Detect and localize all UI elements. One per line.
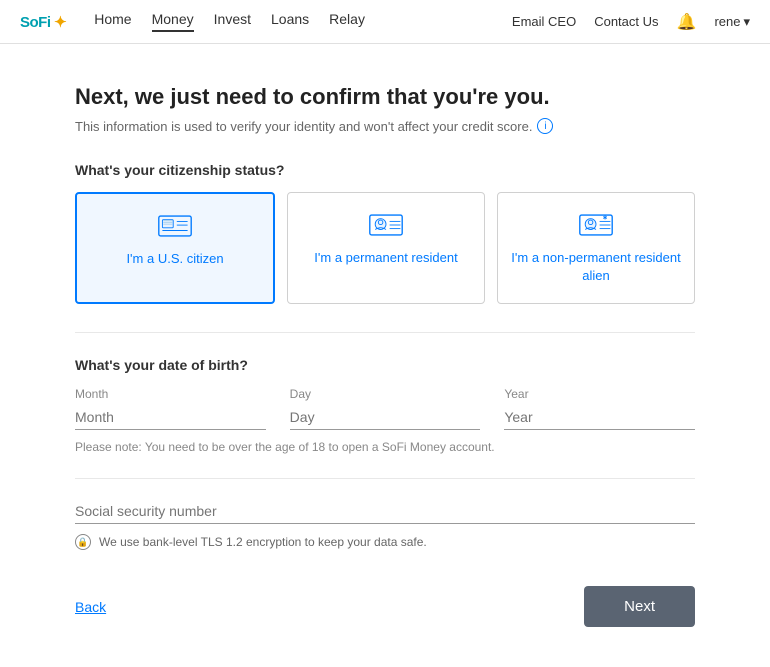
us-citizen-icon [157, 212, 193, 240]
security-note: 🔒 We use bank-level TLS 1.2 encryption t… [75, 534, 695, 550]
nav-invest[interactable]: Invest [214, 11, 251, 32]
nav-loans[interactable]: Loans [271, 11, 309, 32]
contact-us-link[interactable]: Contact Us [594, 14, 658, 29]
dob-year-field: Year [504, 387, 695, 430]
dob-day-field: Day [290, 387, 481, 430]
citizenship-label: What's your citizenship status? [75, 162, 695, 178]
user-menu[interactable]: rene ▾ [714, 14, 750, 30]
lock-icon: 🔒 [75, 534, 91, 550]
page-title: Next, we just need to confirm that you'r… [75, 84, 695, 110]
dob-label: What's your date of birth? [75, 357, 695, 373]
dob-section: What's your date of birth? Month Day Yea… [75, 357, 695, 454]
dob-note: Please note: You need to be over the age… [75, 440, 695, 454]
day-input[interactable] [290, 405, 481, 430]
nav-links: Home Money Invest Loans Relay [94, 11, 512, 32]
us-citizen-label: I'm a U.S. citizen [126, 250, 223, 268]
back-button[interactable]: Back [75, 599, 106, 615]
citizenship-section: What's your citizenship status? I'm a U.… [75, 162, 695, 304]
year-input[interactable] [504, 405, 695, 430]
page-subtitle: This information is used to verify your … [75, 118, 695, 134]
section-divider-2 [75, 478, 695, 479]
sofi-logo: SoFi ✦ [20, 13, 66, 31]
nav-money[interactable]: Money [152, 11, 194, 32]
info-icon[interactable]: i [537, 118, 553, 134]
citizenship-non-permanent-resident[interactable]: ✱ I'm a non-permanent resident alien [497, 192, 695, 304]
chevron-down-icon: ▾ [743, 14, 750, 30]
next-button[interactable]: Next [584, 586, 695, 627]
nav-right: Email CEO Contact Us 🔔 rene ▾ [512, 12, 750, 32]
month-input[interactable] [75, 405, 266, 430]
permanent-resident-icon [368, 211, 404, 239]
nav-home[interactable]: Home [94, 11, 131, 32]
footer-actions: Back Next [75, 586, 695, 647]
bell-icon[interactable]: 🔔 [677, 12, 697, 32]
ssn-input[interactable] [75, 503, 695, 519]
main-content: Next, we just need to confirm that you'r… [55, 44, 715, 667]
citizenship-permanent-resident[interactable]: I'm a permanent resident [287, 192, 485, 304]
dob-fields: Month Day Year [75, 387, 695, 430]
ssn-section: 🔒 We use bank-level TLS 1.2 encryption t… [75, 503, 695, 550]
non-permanent-resident-icon: ✱ [578, 211, 614, 239]
nav-relay[interactable]: Relay [329, 11, 365, 32]
brand-logo[interactable]: SoFi ✦ [20, 13, 66, 31]
permanent-resident-label: I'm a permanent resident [314, 249, 457, 267]
svg-text:✱: ✱ [603, 216, 608, 222]
year-label: Year [504, 387, 695, 401]
citizenship-us-citizen[interactable]: I'm a U.S. citizen [75, 192, 275, 304]
ssn-input-wrap [75, 503, 695, 524]
citizenship-options: I'm a U.S. citizen I'm a permanent resid… [75, 192, 695, 304]
dob-month-field: Month [75, 387, 266, 430]
non-permanent-resident-label: I'm a non-permanent resident alien [510, 249, 682, 285]
navbar: SoFi ✦ Home Money Invest Loans Relay Ema… [0, 0, 770, 44]
section-divider [75, 332, 695, 333]
day-label: Day [290, 387, 481, 401]
month-label: Month [75, 387, 266, 401]
email-ceo-link[interactable]: Email CEO [512, 14, 576, 29]
